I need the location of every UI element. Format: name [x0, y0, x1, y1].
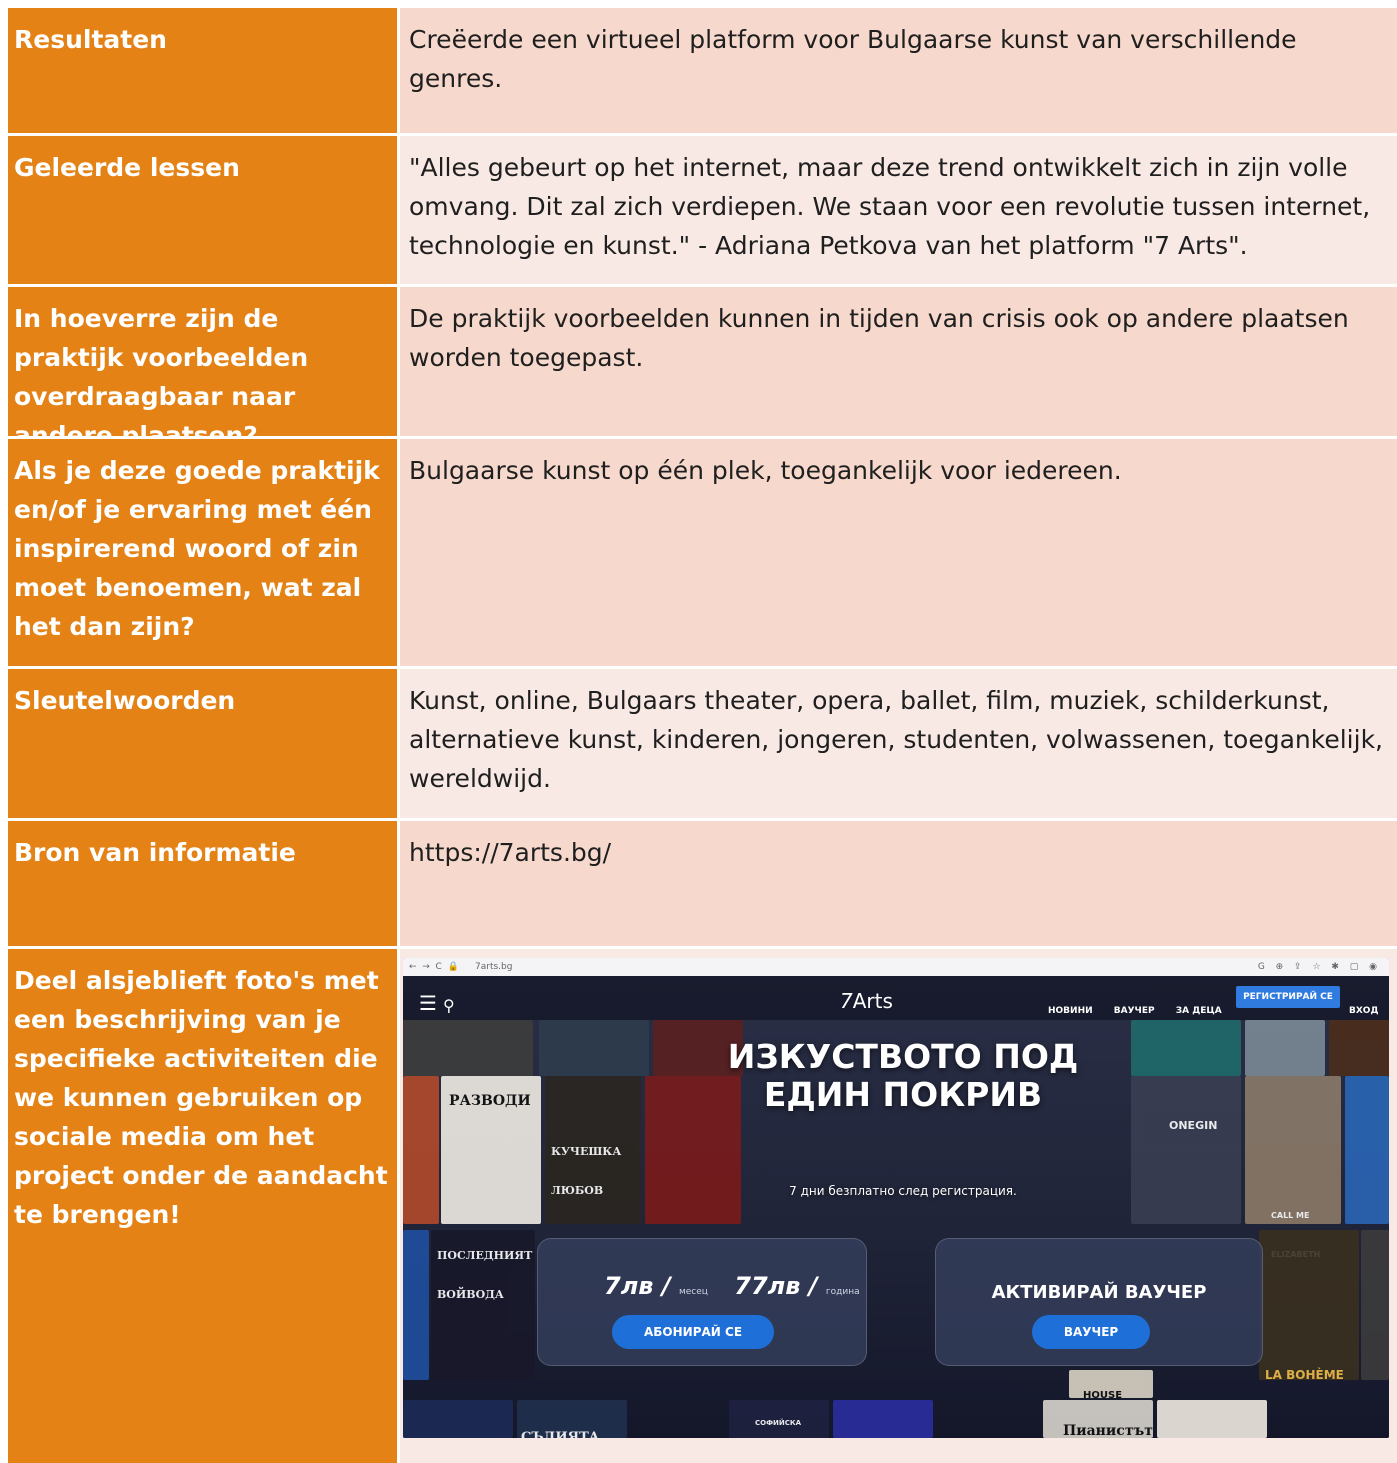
row-value: Bulgaarse kunst op één plek, toegankelij…: [400, 439, 1397, 666]
website-screenshot: ← → C 🔒 7arts.bg G ⊕ ⇪ ☆ ✱ ▢ ◉ РАЗВОДИ К…: [403, 958, 1389, 1438]
nav-item-news[interactable]: НОВИНИ: [1048, 1006, 1093, 1016]
poster: [1245, 1020, 1325, 1076]
poster: CALL ME ELIZABETH: [1245, 1076, 1341, 1259]
poster: ONEGIN: [1131, 1076, 1241, 1224]
table-row: Deel alsjeblieft foto's met een beschrij…: [8, 949, 1397, 1463]
browser-nav-icons: ← → C 🔒: [409, 962, 459, 972]
hero-subline: 7 дни безплатно след регистрация.: [789, 1184, 1017, 1198]
poster: [1345, 1076, 1389, 1224]
voucher-card: АКТИВИРАЙ ВАУЧЕР ВАУЧЕР: [935, 1238, 1263, 1366]
row-value: "Alles gebeurt op het internet, maar dez…: [400, 136, 1397, 284]
table-row: Bron van informatie https://7arts.bg/: [8, 821, 1397, 949]
poster: [539, 1020, 649, 1076]
poster: [833, 1400, 933, 1438]
row-label: Sleutelwoorden: [8, 669, 400, 818]
price-display: 7лв / месец 77лв / година: [604, 1272, 860, 1300]
register-button[interactable]: РЕГИСТРИРАЙ СЕ: [1236, 986, 1340, 1008]
voucher-button[interactable]: ВАУЧЕР: [1032, 1315, 1150, 1349]
voucher-title: АКТИВИРАЙ ВАУЧЕР: [991, 1282, 1207, 1303]
subscribe-button[interactable]: АБОНИРАЙ СЕ: [612, 1315, 774, 1349]
hero-area: РАЗВОДИ КУЧЕШКА ЛЮБОВ ONEGIN CALL ME ELI…: [403, 976, 1389, 1438]
photo-cell: ← → C 🔒 7arts.bg G ⊕ ⇪ ☆ ✱ ▢ ◉ РАЗВОДИ К…: [400, 949, 1397, 1463]
poster: КУЧЕШКА ЛЮБОВ: [545, 1076, 641, 1224]
site-header: ☰ ⚲ 7Arts НОВИНИ ВАУЧЕР ЗА ДЕЦА РЕГИСТРИ…: [403, 976, 1389, 1020]
table-row: Als je deze goede praktijk en/of je erva…: [8, 439, 1397, 669]
poster: [1157, 1400, 1267, 1438]
poster: СЪДИЯТА: [517, 1400, 627, 1438]
browser-url: 7arts.bg: [475, 962, 513, 972]
row-label: In hoeverre zijn de praktijk voorbeelden…: [8, 287, 400, 450]
poster-razvodi: РАЗВОДИ: [441, 1076, 541, 1224]
search-icon[interactable]: ⚲: [443, 986, 455, 1025]
row-label: Deel alsjeblieft foto's met een beschrij…: [8, 949, 400, 1463]
row-label: Resultaten: [8, 8, 400, 133]
poster: СОФИЙСКА ОПЕРА И БАЛЕТ: [729, 1400, 829, 1438]
poster: ПОСЛЕДНИЯТ ВОЙВОДА: [431, 1230, 535, 1380]
nav-item-kids[interactable]: ЗА ДЕЦА: [1176, 1006, 1222, 1016]
row-label: Geleerde lessen: [8, 136, 400, 284]
row-label: Als je deze goede praktijk en/of je erva…: [8, 439, 400, 666]
source-link[interactable]: https://7arts.bg/: [400, 821, 1397, 946]
row-label: Bron van informatie: [8, 821, 400, 946]
row-value: Creëerde een virtueel platform voor Bulg…: [400, 8, 1397, 133]
table-row: Geleerde lessen "Alles gebeurt op het in…: [8, 136, 1397, 287]
poster: [403, 1020, 533, 1076]
poster: [403, 1076, 439, 1224]
poster: [403, 1400, 513, 1438]
menu-icon[interactable]: ☰: [419, 984, 437, 1023]
browser-bar: ← → C 🔒 7arts.bg G ⊕ ⇪ ☆ ✱ ▢ ◉: [403, 958, 1389, 976]
poster: LA BOHÈME: [1259, 1230, 1359, 1382]
poster: Пианистът: [1043, 1400, 1153, 1438]
poster: [403, 1230, 429, 1380]
hero-headline: ИЗКУСТВОТО ПОД ЕДИН ПОКРИВ: [727, 1037, 1079, 1114]
poster: [1361, 1230, 1389, 1380]
subscription-card: 7лв / месец 77лв / година АБОНИРАЙ СЕ: [537, 1238, 867, 1366]
site-nav: НОВИНИ ВАУЧЕР ЗА ДЕЦА: [1048, 992, 1240, 1031]
browser-extension-icons: G ⊕ ⇪ ☆ ✱ ▢ ◉: [1257, 962, 1381, 972]
info-table: Resultaten Creëerde een virtueel platfor…: [8, 8, 1397, 1463]
table-row: In hoeverre zijn de praktijk voorbeelden…: [8, 287, 1397, 450]
table-row: Resultaten Creëerde een virtueel platfor…: [8, 8, 1397, 136]
nav-item-voucher[interactable]: ВАУЧЕР: [1114, 1006, 1155, 1016]
table-row: Sleutelwoorden Kunst, online, Bulgaars t…: [8, 669, 1397, 821]
login-link[interactable]: ВХОД: [1349, 992, 1378, 1031]
site-logo[interactable]: 7Arts: [840, 982, 893, 1021]
row-value: Kunst, online, Bulgaars theater, opera, …: [400, 669, 1397, 818]
poster: HOUSE: [1069, 1370, 1153, 1401]
row-value: De praktijk voorbeelden kunnen in tijden…: [400, 287, 1397, 436]
